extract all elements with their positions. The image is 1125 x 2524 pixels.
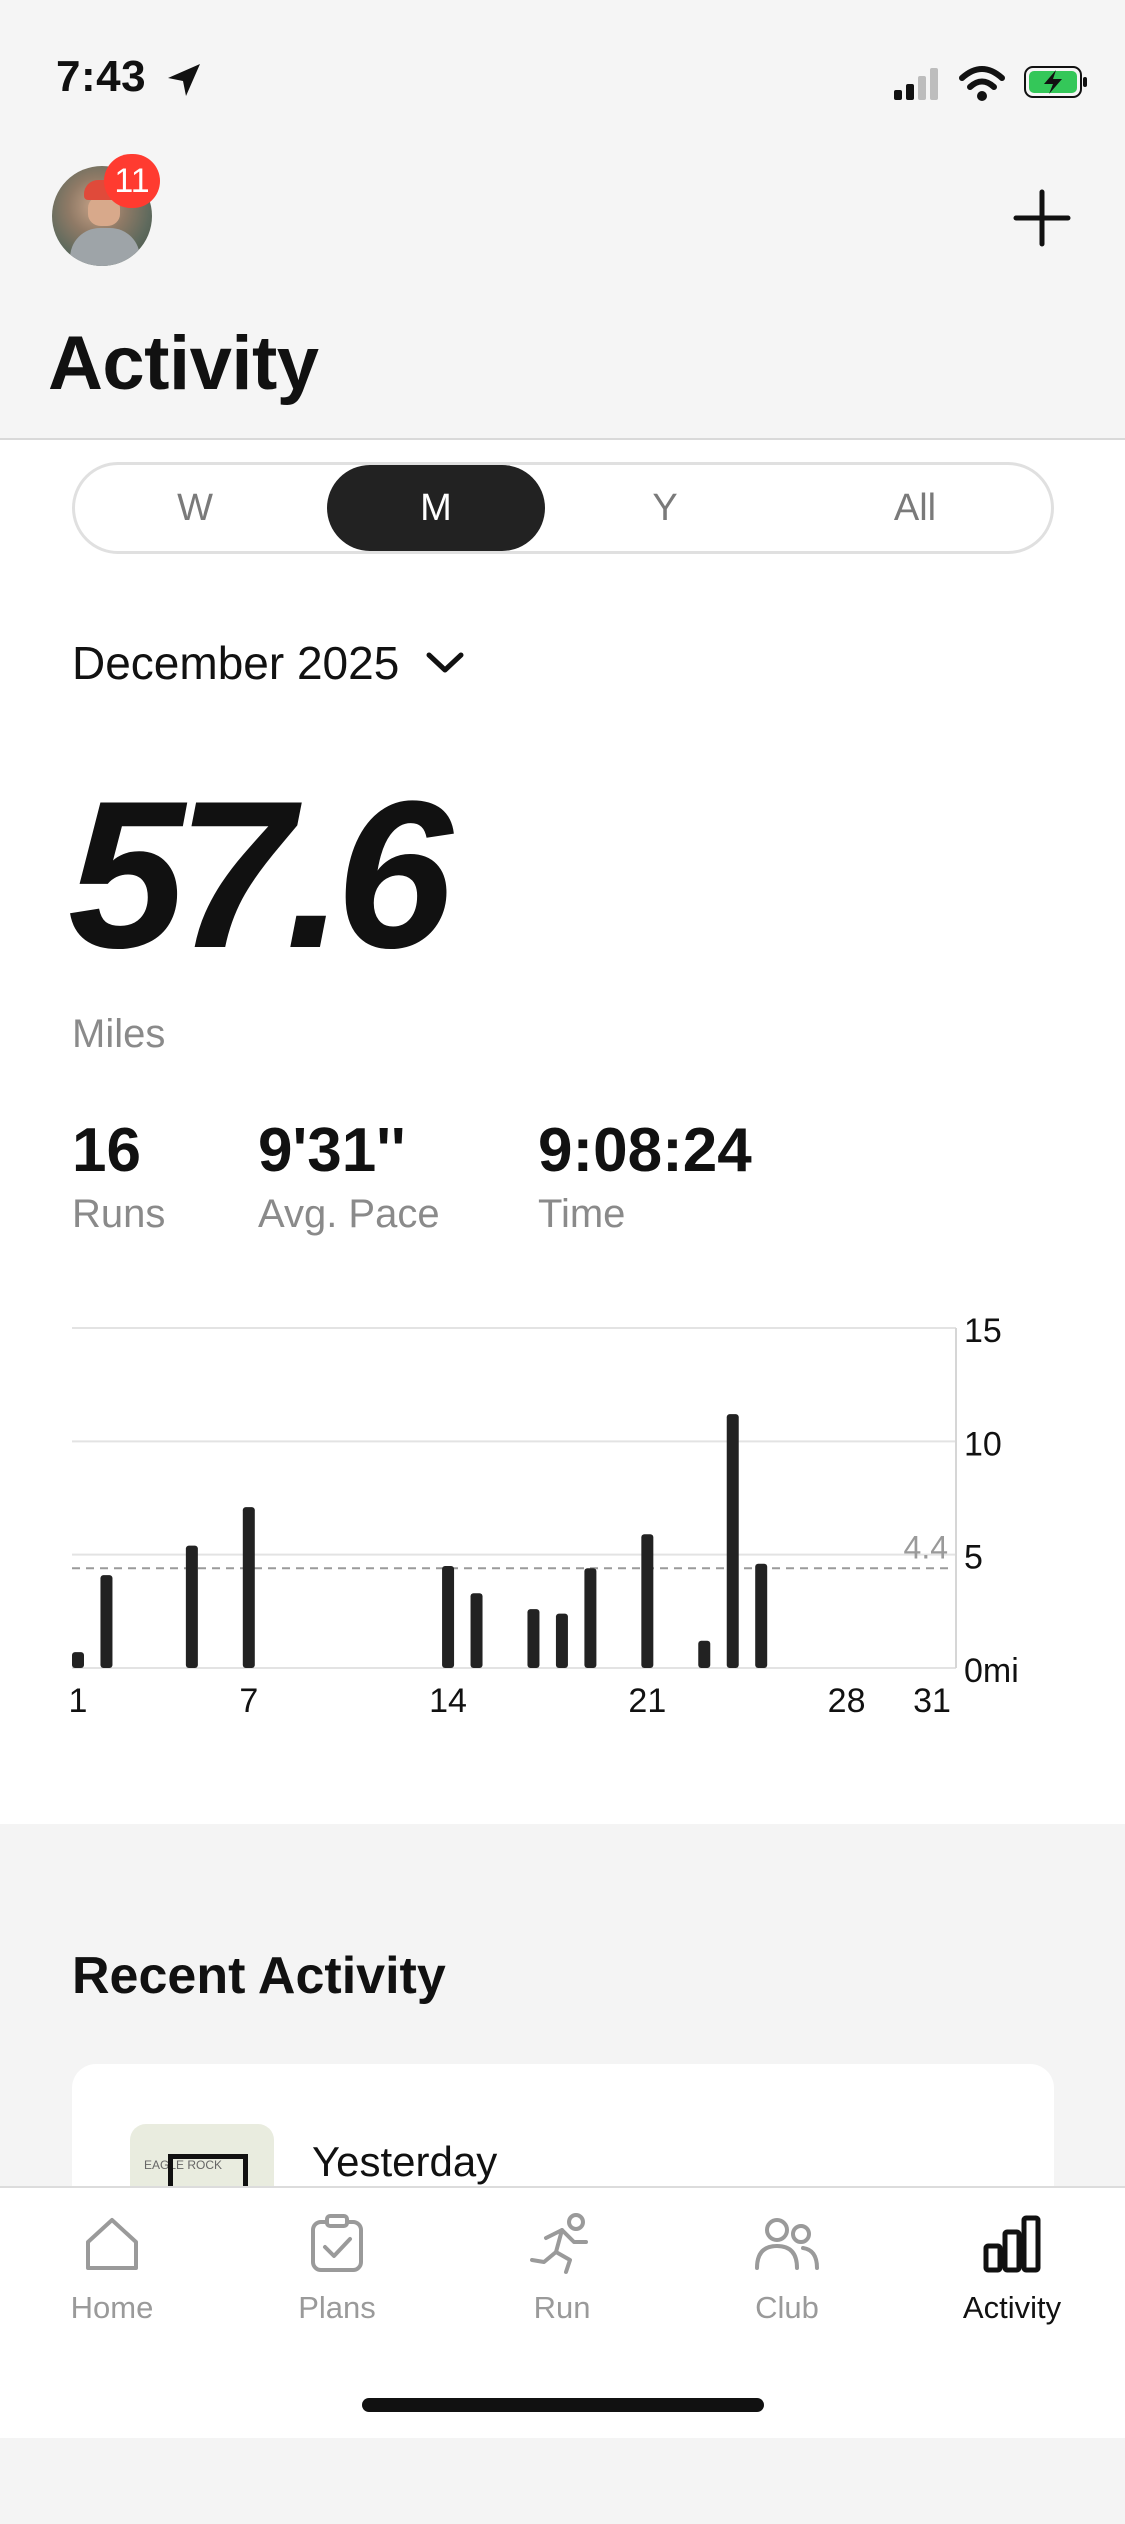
plus-icon bbox=[1013, 189, 1071, 247]
club-people-icon bbox=[755, 2218, 819, 2270]
chart-x-tick-label: 7 bbox=[239, 1682, 258, 1720]
chart-x-tick-label: 28 bbox=[828, 1682, 866, 1720]
chart-bar bbox=[442, 1566, 455, 1668]
chart-x-tick-label: 14 bbox=[429, 1682, 467, 1720]
monthly-distance-chart: 15 10 5 0mi 4.4 1 7 14 21 28 31 bbox=[69, 1312, 1019, 1720]
chart-x-tick-label: 21 bbox=[628, 1682, 666, 1720]
recent-activity-title: Recent Activity bbox=[72, 1947, 446, 2005]
tab-home-label: Home bbox=[70, 2290, 154, 2325]
tab-run-label: Run bbox=[533, 2290, 591, 2325]
home-icon bbox=[86, 2218, 138, 2270]
chart-bar bbox=[100, 1575, 113, 1668]
chart-bar bbox=[72, 1652, 84, 1668]
tab-club[interactable]: Club bbox=[707, 2212, 867, 2326]
tab-activity[interactable]: Activity bbox=[932, 2212, 1092, 2326]
tab-plans-label: Plans bbox=[298, 2290, 376, 2325]
chevron-down-icon bbox=[426, 652, 464, 673]
activity-date: Yesterday bbox=[312, 2138, 498, 2185]
notification-badge: 11 bbox=[104, 154, 160, 208]
wifi-icon bbox=[959, 66, 1005, 101]
status-time: 7:43 bbox=[56, 52, 147, 101]
home-indicator bbox=[362, 2398, 764, 2412]
chart-y-tick-label: 10 bbox=[964, 1425, 1002, 1463]
chart-y-tick-label: 15 bbox=[964, 1312, 1002, 1350]
clipboard-check-icon bbox=[311, 2214, 363, 2272]
stat-runs-value: 16 bbox=[72, 1116, 141, 1185]
tab-home[interactable]: Home bbox=[32, 2212, 192, 2326]
add-activity-button[interactable] bbox=[1012, 188, 1072, 248]
tab-month[interactable]: M bbox=[327, 465, 545, 551]
total-distance-unit: Miles bbox=[72, 1012, 166, 1056]
month-selector-label: December 2025 bbox=[72, 637, 400, 689]
stat-avg-pace-value: 9'31'' bbox=[258, 1116, 406, 1185]
chart-bar bbox=[527, 1609, 540, 1668]
chart-x-tick-label: 31 bbox=[913, 1682, 951, 1720]
bar-chart-icon bbox=[983, 2215, 1041, 2273]
status-icons bbox=[890, 60, 1090, 109]
battery-charging-icon bbox=[1024, 66, 1087, 98]
location-arrow-icon bbox=[166, 62, 202, 103]
stat-time-label: Time bbox=[538, 1192, 626, 1236]
tab-run[interactable]: Run bbox=[482, 2212, 642, 2326]
tab-year[interactable]: Y bbox=[605, 465, 725, 551]
chart-bar bbox=[584, 1568, 597, 1668]
stat-avg-pace: 9'31'' Avg. Pace bbox=[258, 1116, 440, 1237]
chart-bar bbox=[555, 1613, 568, 1668]
chart-y-tick-label: 5 bbox=[964, 1539, 983, 1577]
month-selector[interactable]: December 2025 bbox=[72, 636, 465, 690]
tab-plans[interactable]: Plans bbox=[257, 2212, 417, 2326]
tab-club-label: Club bbox=[755, 2290, 819, 2325]
chart-average-label: 4.4 bbox=[904, 1529, 948, 1565]
chart-bar bbox=[755, 1563, 768, 1668]
tab-week[interactable]: W bbox=[145, 465, 245, 551]
chart-bar bbox=[698, 1640, 711, 1668]
chart-bar bbox=[726, 1414, 739, 1668]
stat-time-value: 9:08:24 bbox=[538, 1116, 752, 1185]
stat-runs-label: Runs bbox=[72, 1192, 166, 1236]
page-title: Activity bbox=[48, 321, 319, 406]
stat-time: 9:08:24 Time bbox=[538, 1116, 752, 1237]
chart-x-tick-label: 1 bbox=[69, 1682, 88, 1720]
tab-all[interactable]: All bbox=[855, 465, 975, 551]
chart-bar bbox=[641, 1534, 654, 1668]
chart-bar bbox=[185, 1545, 198, 1668]
tab-activity-label: Activity bbox=[962, 2290, 1062, 2325]
period-segmented-control: W M Y All bbox=[72, 462, 1054, 554]
chart-y-tick-label: 0mi bbox=[964, 1652, 1019, 1690]
cellular-signal-icon bbox=[894, 68, 938, 100]
chart-bar bbox=[242, 1507, 255, 1668]
chart-bar bbox=[470, 1593, 483, 1668]
stat-runs: 16 Runs bbox=[72, 1116, 165, 1237]
runner-icon bbox=[530, 2213, 588, 2274]
stat-avg-pace-label: Avg. Pace bbox=[258, 1192, 440, 1236]
total-distance: 57.6 bbox=[68, 757, 453, 992]
